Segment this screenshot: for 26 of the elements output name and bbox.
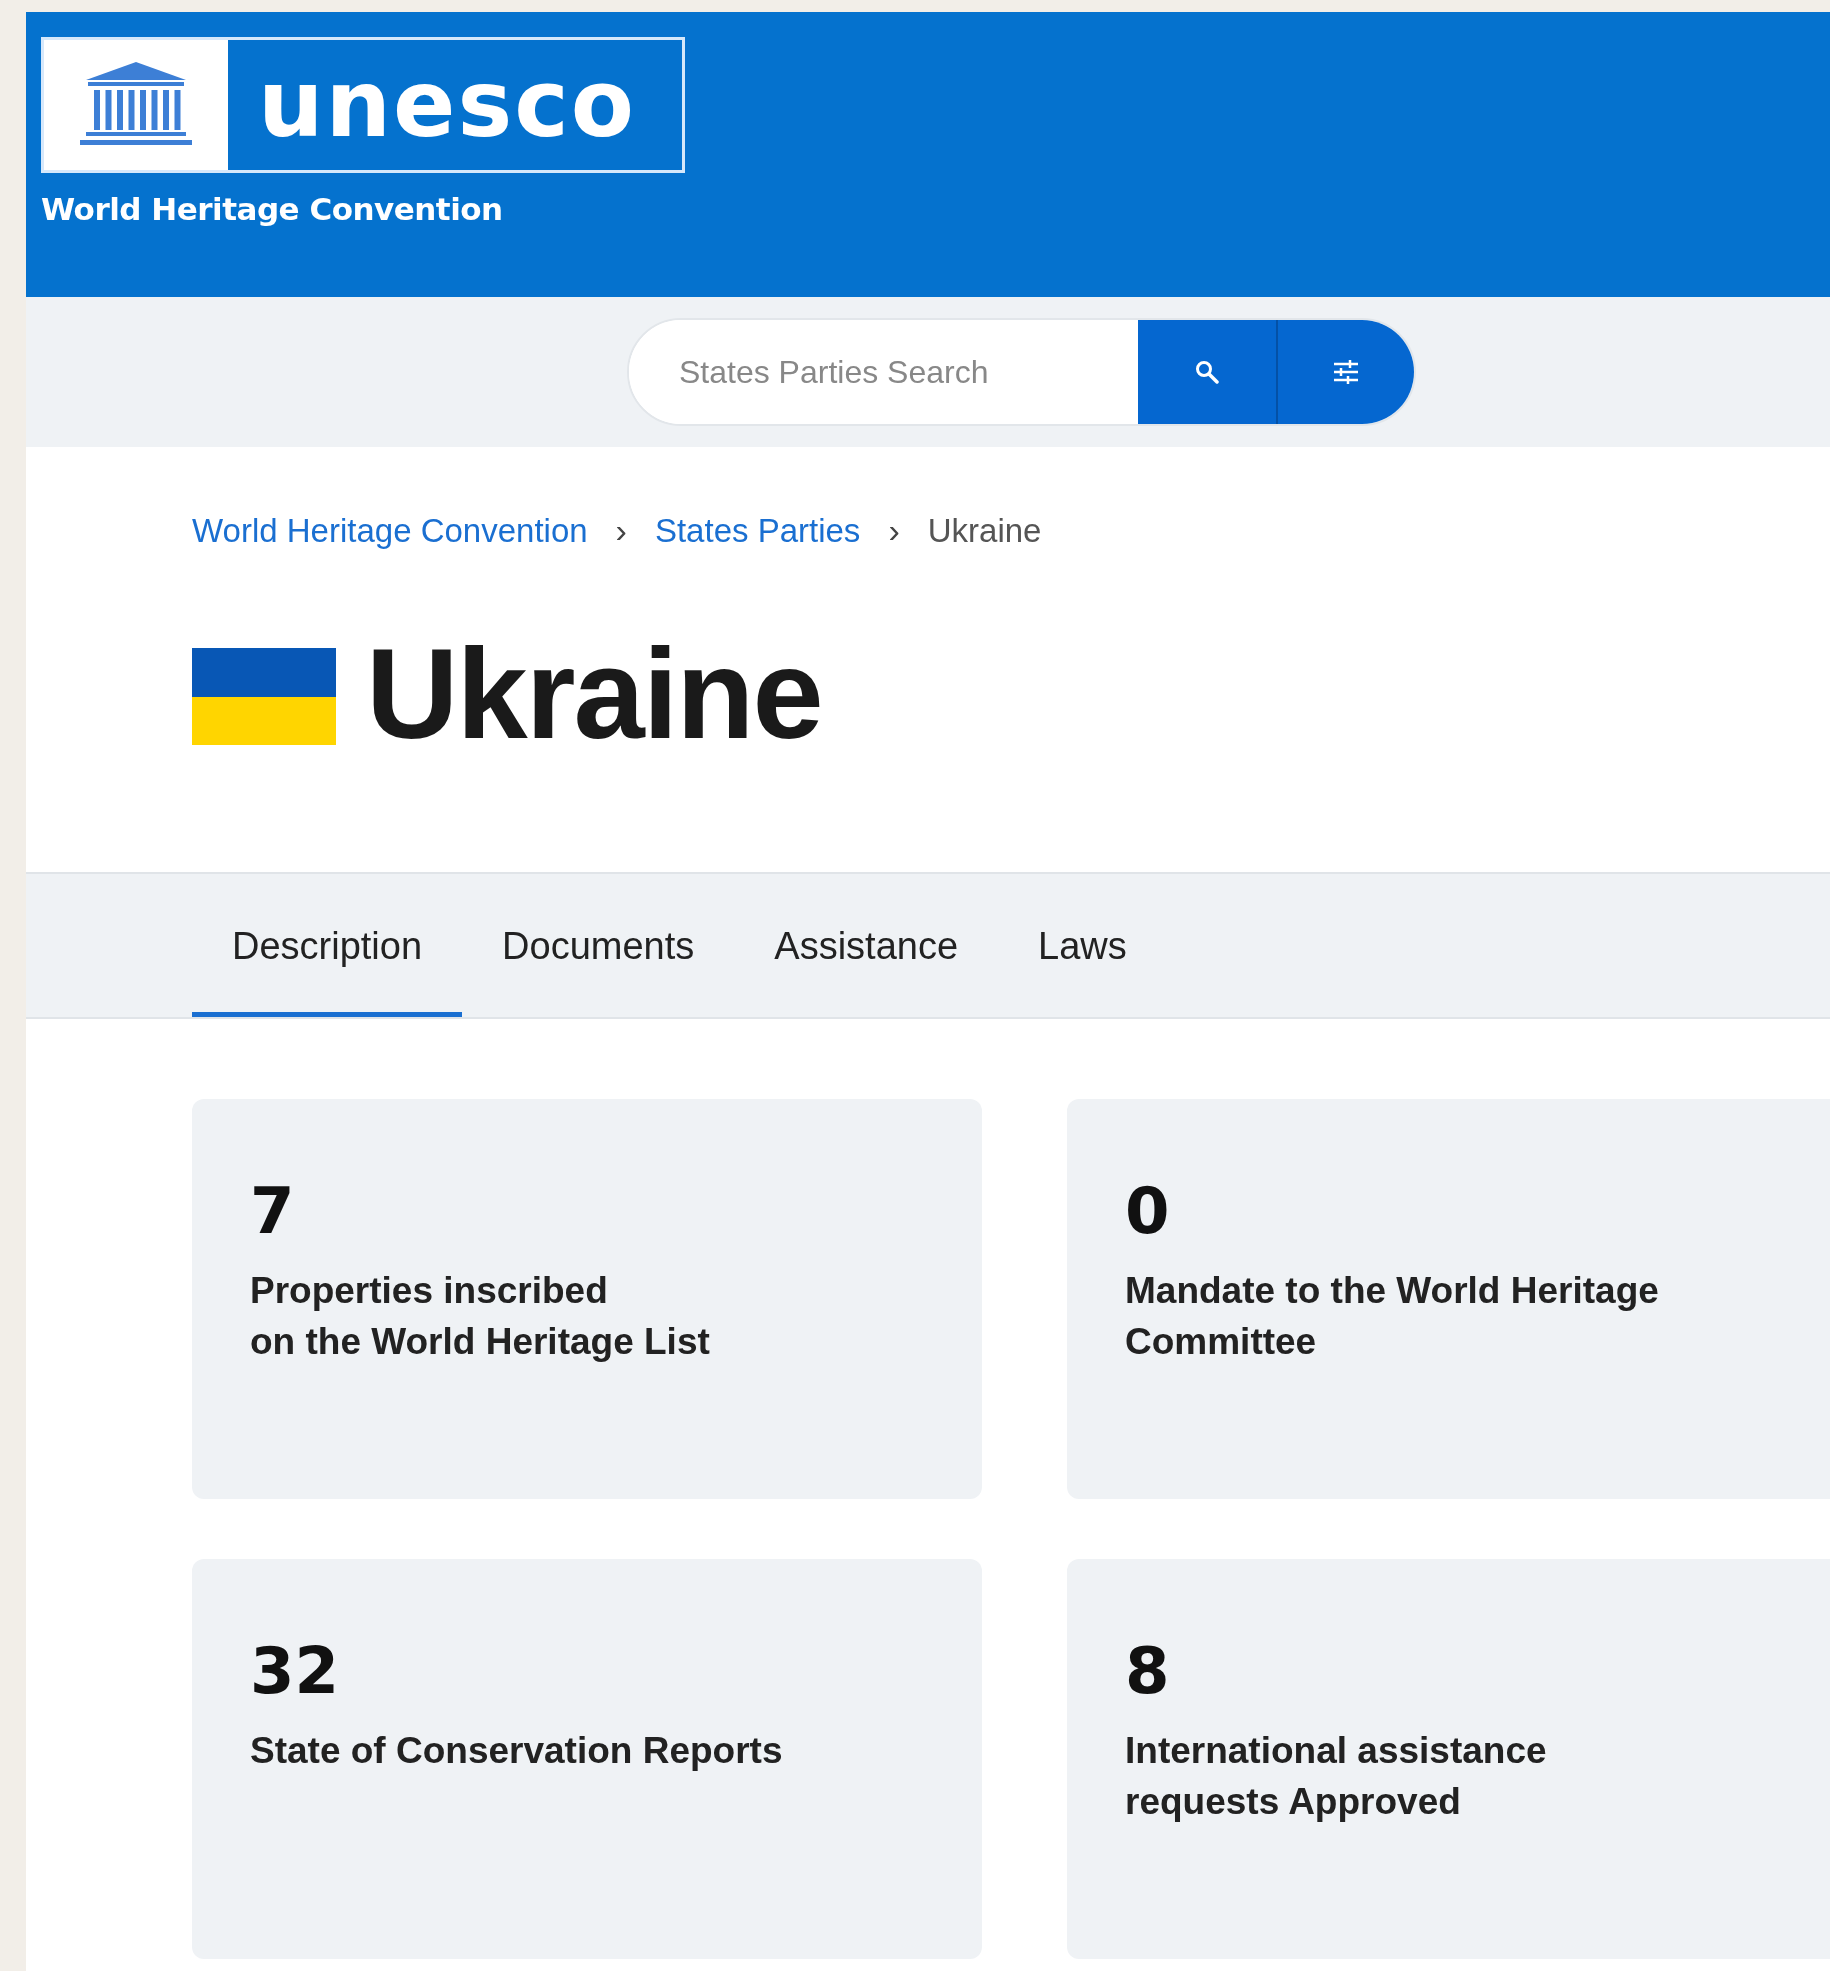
flag-icon [192, 648, 336, 745]
breadcrumb-current: Ukraine [927, 511, 1042, 550]
stat-value: 32 [250, 1639, 340, 1703]
filter-button[interactable] [1276, 320, 1414, 424]
tab[interactable]: Documents [462, 874, 735, 1017]
sliders-icon [1333, 360, 1359, 384]
tab[interactable]: Assistance [734, 874, 999, 1017]
stat-value: 7 [250, 1179, 295, 1243]
stat-label: Mandate to the World Heritage Committee [1125, 1269, 1660, 1365]
site-subtitle: World Heritage Convention [41, 191, 503, 227]
stat-label: International assistance requests Approved [1125, 1729, 1548, 1825]
tab[interactable]: Laws [998, 874, 1167, 1017]
tab[interactable]: Description [192, 874, 463, 1017]
stat-value: 0 [1125, 1179, 1170, 1243]
search-icon [1195, 360, 1219, 384]
stat-value: 8 [1125, 1639, 1170, 1703]
logo-text: unesco [257, 50, 637, 160]
breadcrumb-link[interactable]: World Heritage Convention [192, 511, 588, 550]
logo[interactable]: unesco [41, 37, 685, 173]
search-field[interactable]: States Parties Search [627, 318, 1416, 426]
stat-label: Properties inscribed on the World Heritage List [250, 1269, 711, 1365]
breadcrumb-separator: › [615, 511, 627, 550]
breadcrumb-separator: › [888, 511, 900, 550]
page-title: Ukraine [366, 630, 822, 758]
stat-label: State of Conservation Reports [250, 1729, 784, 1773]
breadcrumb-link[interactable]: States Parties [654, 511, 861, 550]
